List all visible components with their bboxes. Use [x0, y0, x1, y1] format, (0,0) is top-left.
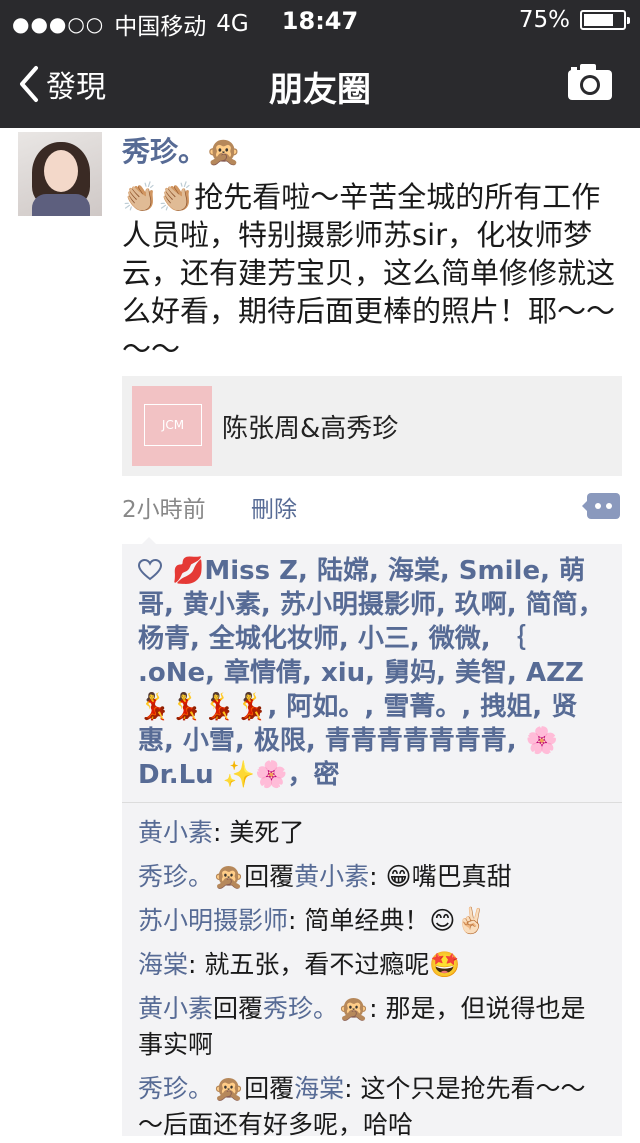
reply-word: 回覆 — [244, 862, 295, 891]
post-content: 秀珍。🙊 👏🏼👏🏼抢先看啦～辛苦全城的所有工作人员啦，特别摄影师苏sir，化妆师… — [122, 128, 622, 368]
status-right: 75% — [518, 7, 630, 33]
comment-user[interactable]: 秀珍。🙊 — [138, 862, 244, 891]
comment-item[interactable]: 苏小明摄影师: 简单经典！😊✌🏻 — [138, 903, 606, 939]
avatar[interactable] — [18, 132, 102, 216]
comment-text: 美死了 — [229, 818, 305, 847]
reply-target-user[interactable]: 黄小素 — [294, 862, 369, 891]
comment-item[interactable]: 秀珍。🙊回覆黄小素: 😁嘴巴真甜 — [138, 859, 606, 895]
camera-icon[interactable] — [566, 62, 614, 102]
comment-item[interactable]: 秀珍。🙊回覆海棠: 这个只是抢先看～～～后面还有好多呢，哈哈 — [138, 1071, 606, 1143]
status-bar: ●●●○○ 中国移动 4G 18:47 75% — [0, 0, 640, 40]
comment-list: 黄小素: 美死了 秀珍。🙊回覆黄小素: 😁嘴巴真甜 苏小明摄影师: 简单经典！😊✌🏻… — [122, 803, 622, 1143]
comment-user[interactable]: 苏小明摄影师 — [138, 906, 288, 935]
top-bar: ●●●○○ 中国移动 4G 18:47 75% 發現 朋友圈 — [0, 0, 640, 128]
comment-separator: : — [369, 994, 386, 1023]
shared-link-card[interactable]: JCM 陈张周&高秀珍 — [122, 376, 622, 476]
likes-comments-panel: 💋Miss Z, 陆嫦, 海棠, Smile, 萌哥, 黄小素, 苏小明摄影师,… — [122, 537, 622, 1139]
battery-percent: 75% — [518, 7, 570, 33]
comment-separator: : — [288, 906, 305, 935]
heart-icon — [138, 559, 162, 581]
post-time: 2小時前 — [122, 497, 206, 523]
comment-menu-icon[interactable] — [582, 492, 620, 520]
comment-text: 简单经典！😊✌🏻 — [304, 906, 487, 935]
comment-item[interactable]: 黄小素: 美死了 — [138, 815, 606, 851]
comment-separator: : — [213, 818, 230, 847]
reply-target-user[interactable]: 秀珍。🙊 — [263, 994, 369, 1023]
comment-user[interactable]: 黄小素 — [138, 818, 213, 847]
comment-separator: : — [188, 950, 205, 979]
comment-text: 就五张，看不过瘾呢🤩 — [204, 950, 461, 979]
page-title: 朋友圈 — [269, 70, 371, 110]
logo-mark: JCM — [144, 404, 202, 446]
reply-target-user[interactable]: 海棠 — [294, 1074, 344, 1103]
reply-word: 回覆 — [213, 994, 264, 1023]
comment-user[interactable]: 海棠 — [138, 950, 188, 979]
likes-names[interactable]: 💋Miss Z, 陆嫦, 海棠, Smile, 萌哥, 黄小素, 苏小明摄影师,… — [138, 556, 604, 790]
comment-user[interactable]: 黄小素 — [138, 994, 213, 1023]
comment-text: 😁嘴巴真甜 — [385, 862, 512, 891]
post-meta: 2小時前 刪除 — [122, 490, 297, 524]
comment-user[interactable]: 秀珍。🙊 — [138, 1074, 244, 1103]
comment-separator: : — [344, 1074, 361, 1103]
comment-item[interactable]: 海棠: 就五张，看不过瘾呢🤩 — [138, 947, 606, 983]
delete-button[interactable]: 刪除 — [251, 497, 297, 523]
post-text: 👏🏼👏🏼抢先看啦～辛苦全城的所有工作人员啦，特别摄影师苏sir，化妆师梦云，还有… — [122, 180, 616, 366]
nav-bar: 發現 朋友圈 — [0, 40, 640, 128]
link-title: 陈张周&高秀珍 — [222, 414, 399, 444]
likes-list: 💋Miss Z, 陆嫦, 海棠, Smile, 萌哥, 黄小素, 苏小明摄影师,… — [122, 544, 622, 803]
comment-separator: : — [369, 862, 386, 891]
battery-icon — [580, 10, 630, 30]
post-author[interactable]: 秀珍。🙊 — [122, 130, 622, 174]
link-thumbnail: JCM — [132, 386, 212, 466]
reply-word: 回覆 — [244, 1074, 295, 1103]
comment-item[interactable]: 黄小素回覆秀珍。🙊: 那是，但说得也是事实啊 — [138, 991, 606, 1063]
